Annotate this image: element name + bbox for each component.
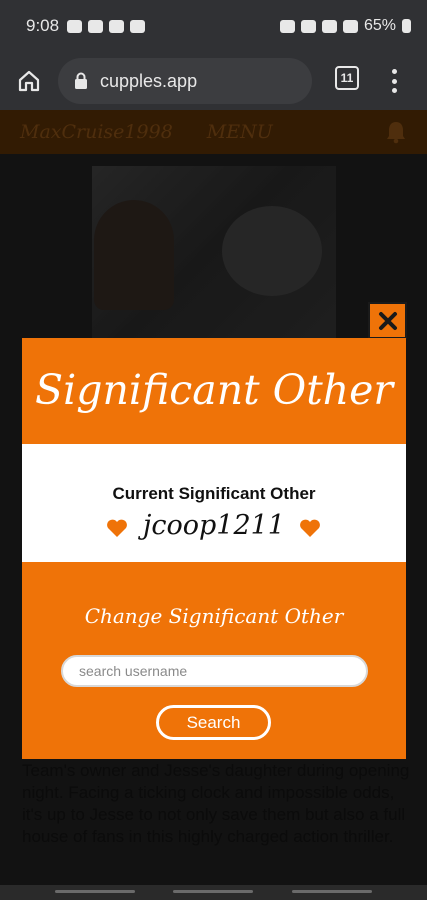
username-search-input[interactable] [61, 655, 368, 687]
modal-title: Significant Other [35, 366, 393, 414]
notification-icon [67, 19, 83, 33]
close-icon [378, 311, 397, 330]
more-vert-icon[interactable] [384, 66, 404, 96]
heart-icon [300, 519, 320, 537]
alarm-icon [279, 19, 295, 33]
battery-icon [402, 19, 411, 33]
current-partner-name: jcoop1211 [142, 510, 285, 541]
mute-icon [300, 19, 316, 33]
url-text: cupples.app [100, 70, 198, 91]
search-button[interactable]: Search [156, 705, 271, 740]
address-bar[interactable]: cupples.app [58, 58, 312, 104]
notification-icons [67, 19, 146, 33]
nav-recents[interactable] [55, 890, 135, 893]
lock-icon [75, 72, 87, 89]
status-bar: 9:08 65% [0, 0, 427, 52]
current-partner-panel: Current Significant Other jcoop1211 [22, 444, 406, 562]
nav-home[interactable] [173, 890, 253, 893]
tabs-button[interactable]: 11 [335, 66, 359, 90]
image-icon [109, 19, 125, 33]
signal-icon [342, 19, 358, 33]
current-partner-label: Current Significant Other [112, 484, 316, 503]
significant-other-modal: Significant Other Current Significant Ot… [22, 338, 406, 759]
home-button[interactable] [0, 52, 58, 110]
phone-screen: 9:08 65% cupples.app 11 MaxCruise1998 ME… [0, 0, 427, 900]
close-button[interactable] [368, 302, 407, 339]
system-nav-bar [0, 885, 427, 900]
status-time: 9:08 [26, 16, 60, 35]
youtube-icon [130, 19, 146, 33]
browser-toolbar: cupples.app 11 [0, 52, 427, 110]
change-partner-label: Change Significant Other [84, 604, 344, 628]
system-icons: 65% [279, 17, 411, 35]
youtube-icon [88, 19, 104, 33]
battery-percent: 65% [363, 17, 396, 34]
wifi-icon [321, 19, 337, 33]
nav-back[interactable] [292, 890, 372, 893]
home-icon [18, 70, 40, 92]
